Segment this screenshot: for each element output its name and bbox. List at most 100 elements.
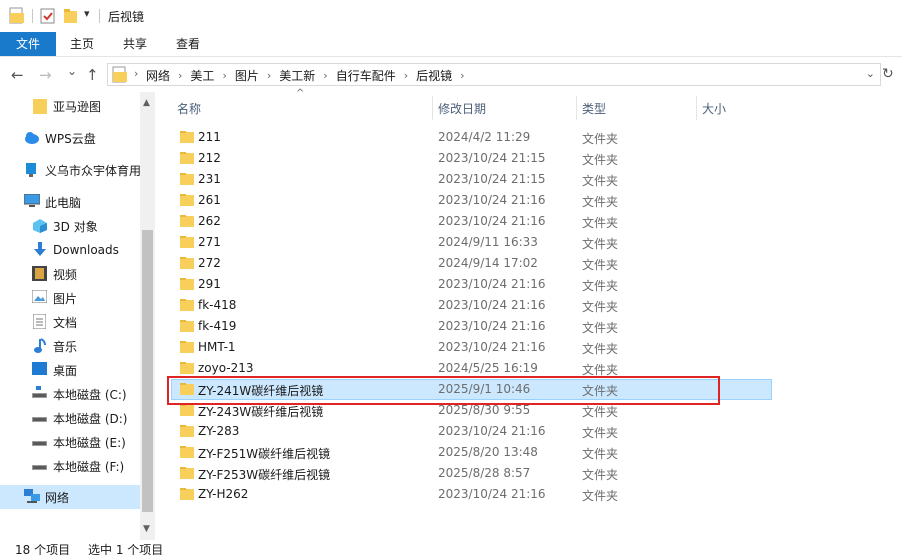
scroll-down-button[interactable]: ▼ (143, 524, 150, 534)
column-header-name[interactable]: 名称 (177, 100, 201, 122)
breadcrumb-chevron[interactable]: › (267, 69, 271, 82)
nav-item-drive-e[interactable]: 本地磁盘 (E:) (0, 430, 140, 454)
breadcrumb: 网络 › 美工 › 图片 › 美工新 › 自行车配件 › 后视镜 › (146, 67, 473, 84)
forward-button[interactable]: → (39, 66, 52, 84)
column-header-size[interactable]: 大小 (702, 100, 726, 122)
table-row[interactable]: fk-418 2023/10/24 21:16 文件夹 (171, 295, 772, 316)
nav-item-videos[interactable]: 视频 (0, 262, 140, 286)
nav-item-documents[interactable]: 文档 (0, 310, 140, 334)
refresh-button[interactable]: ↻ (882, 66, 894, 82)
new-folder-icon[interactable] (63, 8, 79, 24)
file-name: 262 (198, 214, 221, 228)
file-name: ZY-283 (198, 424, 240, 438)
tab-share[interactable]: 共享 (108, 32, 162, 56)
tab-home[interactable]: 主页 (56, 32, 108, 56)
table-row[interactable]: 271 2024/9/11 16:33 文件夹 (171, 232, 772, 253)
breadcrumb-item[interactable]: 美工 (190, 67, 214, 84)
column-header-type[interactable]: 类型 (582, 100, 606, 122)
tab-view[interactable]: 查看 (162, 32, 214, 56)
status-selection-count: 选中 1 个项目 (88, 543, 164, 555)
table-row[interactable]: ZY-283 2023/10/24 21:16 文件夹 (171, 421, 772, 442)
file-date: 2023/10/24 21:16 (438, 214, 546, 228)
network-share-icon (24, 162, 40, 178)
nav-item-yamaxun[interactable]: 亚马逊图 (0, 94, 140, 118)
breadcrumb-item[interactable]: 自行车配件 (336, 67, 396, 84)
folder-icon (180, 320, 194, 332)
breadcrumb-root-chevron[interactable]: › (134, 67, 138, 80)
column-divider[interactable] (432, 96, 433, 120)
breadcrumb-chevron[interactable]: › (404, 69, 408, 82)
up-button[interactable]: ↑ (86, 66, 99, 84)
breadcrumb-item[interactable]: 美工新 (279, 67, 315, 84)
column-divider[interactable] (696, 96, 697, 120)
nav-item-3d-objects[interactable]: 3D 对象 (0, 214, 140, 238)
nav-item-network[interactable]: 网络 (0, 485, 140, 509)
column-divider[interactable] (576, 96, 577, 120)
title-separator (32, 9, 33, 23)
file-type: 文件夹 (582, 258, 619, 272)
document-icon (32, 313, 49, 330)
nav-item-music[interactable]: 音乐 (0, 334, 140, 358)
file-name: 261 (198, 193, 221, 207)
file-name: 271 (198, 235, 221, 249)
navigation-pane: 亚马逊图 WPS云盘 义乌市众宇体育用 此电脑 3D 对象 Downloads … (0, 92, 155, 540)
folder-icon (180, 299, 194, 311)
table-row[interactable]: 272 2024/9/14 17:02 文件夹 (171, 253, 772, 274)
tab-file[interactable]: 文件 (0, 32, 56, 56)
file-date: 2023/10/24 21:15 (438, 172, 546, 186)
breadcrumb-item[interactable]: 网络 (146, 67, 170, 84)
breadcrumb-chevron[interactable]: › (323, 69, 327, 82)
table-row[interactable]: 261 2023/10/24 21:16 文件夹 (171, 190, 772, 211)
file-name: ZY-243W碳纤维后视镜 (198, 405, 324, 419)
file-type: 文件夹 (582, 132, 619, 146)
breadcrumb-item[interactable]: 后视镜 (416, 67, 452, 84)
table-row[interactable]: HMT-1 2023/10/24 21:16 文件夹 (171, 337, 772, 358)
folder-icon (180, 257, 194, 269)
table-row[interactable]: 212 2023/10/24 21:15 文件夹 (171, 148, 772, 169)
app-folder-icon[interactable] (9, 7, 25, 24)
nav-item-drive-f[interactable]: 本地磁盘 (F:) (0, 454, 140, 478)
recent-locations-button[interactable]: ⌄ (67, 64, 77, 78)
nav-item-desktop[interactable]: 桌面 (0, 358, 140, 382)
folder-icon (180, 341, 194, 353)
table-row[interactable]: 291 2023/10/24 21:16 文件夹 (171, 274, 772, 295)
table-row[interactable]: fk-419 2023/10/24 21:16 文件夹 (171, 316, 772, 337)
table-row[interactable]: ZY-F251W碳纤维后视镜 2025/8/20 13:48 文件夹 (171, 442, 772, 463)
file-name: HMT-1 (198, 340, 236, 354)
address-bar[interactable]: › 网络 › 美工 › 图片 › 美工新 › 自行车配件 › 后视镜 › ⌄ (107, 63, 881, 86)
nav-label: 图片 (53, 291, 78, 306)
nav-item-wps-cloud[interactable]: WPS云盘 (0, 126, 140, 150)
properties-icon[interactable] (40, 8, 56, 24)
network-icon (24, 489, 40, 505)
quick-access-dropdown[interactable]: ▾ (84, 7, 90, 20)
nav-item-drive-d[interactable]: 本地磁盘 (D:) (0, 406, 140, 430)
window-title: 后视镜 (108, 10, 145, 24)
title-separator (99, 9, 100, 23)
nav-item-drive-c[interactable]: 本地磁盘 (C:) (0, 382, 140, 406)
table-row[interactable]: ZY-H262 2023/10/24 21:16 文件夹 (171, 484, 772, 505)
address-dropdown-button[interactable]: ⌄ (866, 67, 875, 80)
table-row[interactable]: 262 2023/10/24 21:16 文件夹 (171, 211, 772, 232)
nav-label: WPS云盘 (45, 131, 96, 146)
table-row[interactable]: ZY-F253W碳纤维后视镜 2025/8/28 8:57 文件夹 (171, 463, 772, 484)
scroll-up-button[interactable]: ▲ (143, 98, 150, 108)
nav-item-downloads[interactable]: Downloads (0, 238, 140, 262)
back-button[interactable]: ← (11, 66, 24, 84)
file-date: 2023/10/24 21:16 (438, 298, 546, 312)
breadcrumb-chevron[interactable]: › (460, 69, 464, 82)
breadcrumb-chevron[interactable]: › (178, 69, 182, 82)
nav-item-network-share[interactable]: 义乌市众宇体育用 (0, 158, 140, 182)
breadcrumb-item[interactable]: 图片 (235, 67, 259, 84)
navigation-pane-scroll-thumb[interactable] (142, 230, 153, 512)
nav-item-pictures[interactable]: 图片 (0, 286, 140, 310)
file-date: 2023/10/24 21:16 (438, 277, 546, 291)
nav-item-this-pc[interactable]: 此电脑 (0, 190, 140, 214)
navigation-bar: ← → ⌄ ↑ › 网络 › 美工 › 图片 › 美工新 › 自行车配件 › 后… (0, 58, 902, 92)
file-type: 文件夹 (582, 279, 619, 293)
folder-icon (180, 194, 194, 206)
folder-icon (180, 173, 194, 185)
breadcrumb-chevron[interactable]: › (222, 69, 226, 82)
table-row[interactable]: 231 2023/10/24 21:15 文件夹 (171, 169, 772, 190)
column-header-date[interactable]: 修改日期 (438, 100, 486, 122)
table-row[interactable]: 211 2024/4/2 11:29 文件夹 (171, 127, 772, 148)
